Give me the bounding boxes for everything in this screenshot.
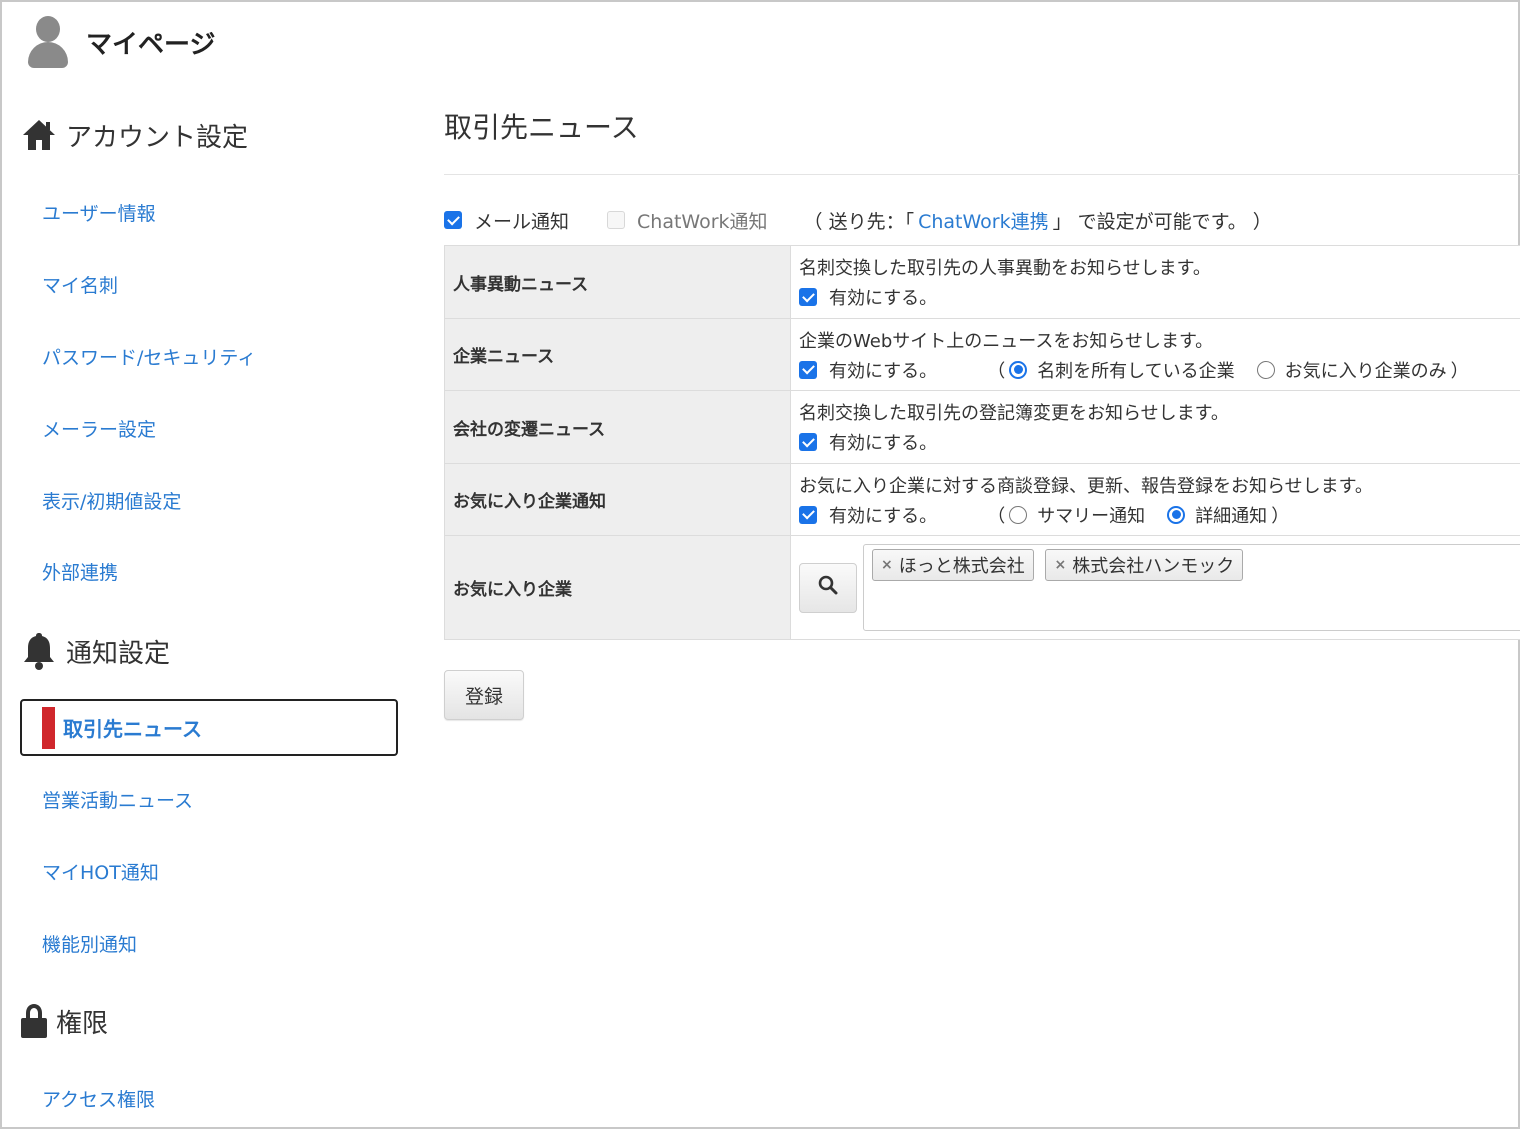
row-value: 名刺交換した取引先の登記簿変更をお知らせします。 有効にする。	[790, 390, 1520, 464]
radio-own-card-companies[interactable]	[1009, 360, 1028, 379]
sidebar-item-access-permissions[interactable]: アクセス権限	[42, 1085, 155, 1112]
enable-checkbox[interactable]	[799, 505, 817, 524]
sidebar-item-my-hot[interactable]: マイHOT通知	[42, 858, 159, 885]
enable-checkbox[interactable]	[799, 288, 817, 306]
radio-label: 名刺を所有している企業	[1037, 360, 1235, 382]
page-title: マイページ	[86, 29, 216, 60]
enable-line: 有効にする。 （ 名刺を所有している企業 お気に入り企業のみ ）	[799, 355, 1520, 385]
section-permissions: 権限	[20, 1002, 108, 1040]
row-description: 企業のWebサイト上のニュースをお知らせします。	[799, 330, 1214, 352]
paren-open: （	[987, 360, 1006, 382]
sidebar-item-user-info[interactable]: ユーザー情報	[42, 199, 156, 226]
sidebar-item-client-news[interactable]: 取引先ニュース	[20, 699, 398, 756]
sidebar-item-external-integration[interactable]: 外部連携	[42, 558, 118, 585]
page-frame: マイページ アカウント設定 ユーザー情報 マイ名刺 パスワード/セキュリティ メ…	[0, 0, 1520, 1129]
tag-label: 株式会社ハンモック	[1072, 556, 1235, 577]
enable-line: 有効にする。	[799, 427, 1520, 457]
chatwork-notify-checkbox[interactable]	[607, 211, 626, 229]
section-title: アカウント設定	[66, 122, 249, 153]
enable-checkbox[interactable]	[799, 360, 817, 379]
section-title: 権限	[56, 1008, 109, 1039]
notify-channels: メール通知 ChatWork通知 （ 送り先：「 ChatWork連携 」 で設…	[444, 204, 1272, 236]
sidebar-item-password-security[interactable]: パスワード/セキュリティ	[42, 343, 256, 370]
sidebar-item-my-card[interactable]: マイ名刺	[42, 271, 118, 298]
note-prefix: （ 送り先：「	[803, 210, 915, 233]
paren-close: ）	[1271, 505, 1290, 527]
row-label: お気に入り企業通知	[444, 463, 791, 536]
row-description: 名刺交換した取引先の人事異動をお知らせします。	[799, 258, 1211, 279]
note-suffix: 」 で設定が可能です。 ）	[1052, 210, 1272, 233]
sidebar-item-label: 取引先ニュース	[63, 717, 202, 741]
radio-label: サマリー通知	[1037, 505, 1146, 527]
row-label: 会社の変遷ニュース	[444, 390, 791, 464]
section-title: 通知設定	[66, 638, 171, 669]
paren-close: ）	[1450, 360, 1469, 382]
table-row: 会社の変遷ニュース 名刺交換した取引先の登記簿変更をお知らせします。 有効にする…	[444, 390, 1520, 464]
row-label: 人事異動ニュース	[444, 245, 791, 319]
radio-label: お気に入り企業のみ	[1284, 360, 1447, 382]
row-value: × ほっと株式会社 × 株式会社ハンモック	[790, 535, 1520, 640]
search-icon	[818, 575, 838, 600]
row-label: 企業ニュース	[444, 318, 791, 391]
table-row: 人事異動ニュース 名刺交換した取引先の人事異動をお知らせします。 有効にする。	[444, 245, 1520, 319]
chatwork-integration-link[interactable]: ChatWork連携	[918, 207, 1049, 234]
row-value: 企業のWebサイト上のニュースをお知らせします。 有効にする。 （ 名刺を所有し…	[790, 318, 1520, 391]
sidebar-item-sales-news[interactable]: 営業活動ニュース	[42, 786, 193, 813]
row-label: お気に入り企業	[444, 535, 791, 640]
favorite-companies-input[interactable]: × ほっと株式会社 × 株式会社ハンモック	[863, 544, 1520, 631]
search-button[interactable]	[799, 562, 857, 613]
enable-line: 有効にする。	[799, 282, 1520, 312]
section-notify-settings: 通知設定	[20, 632, 170, 670]
active-indicator	[42, 706, 55, 749]
remove-tag-icon[interactable]: ×	[881, 557, 893, 573]
mail-notify-checkbox[interactable]	[444, 211, 462, 229]
enable-label: 有効にする。	[829, 360, 938, 382]
row-description: 名刺交換した取引先の登記簿変更をお知らせします。	[799, 403, 1229, 424]
company-tag: × ほっと株式会社	[872, 549, 1034, 581]
table-row: 企業ニュース 企業のWebサイト上のニュースをお知らせします。 有効にする。 （…	[444, 318, 1520, 391]
table-row: お気に入り企業通知 お気に入り企業に対する商談登録、更新、報告登録をお知らせしま…	[444, 463, 1520, 536]
avatar-icon	[24, 14, 72, 70]
enable-label: 有効にする。	[829, 505, 938, 527]
page-header: マイページ	[24, 14, 215, 70]
radio-favorite-only[interactable]	[1256, 360, 1275, 379]
register-button[interactable]: 登録	[444, 670, 524, 720]
row-description: お気に入り企業に対する商談登録、更新、報告登録をお知らせします。	[799, 475, 1373, 497]
enable-label: 有効にする。	[829, 288, 938, 309]
enable-label: 有効にする。	[829, 433, 938, 454]
remove-tag-icon[interactable]: ×	[1054, 557, 1066, 573]
row-value: お気に入り企業に対する商談登録、更新、報告登録をお知らせします。 有効にする。 …	[790, 463, 1520, 536]
main-title: 取引先ニュース	[444, 111, 639, 144]
radio-summary-notify[interactable]	[1009, 505, 1028, 524]
home-icon	[20, 116, 58, 154]
sidebar-item-display-defaults[interactable]: 表示/初期値設定	[42, 487, 181, 514]
row-value: 名刺交換した取引先の人事異動をお知らせします。 有効にする。	[790, 245, 1520, 319]
mail-notify-label: メール通知	[474, 210, 570, 233]
radio-detail-notify[interactable]	[1167, 505, 1186, 524]
table-row: お気に入り企業 × ほっと株式会社 × 株式会社ハンモック	[444, 535, 1520, 640]
sidebar-item-mailer-settings[interactable]: メーラー設定	[42, 415, 156, 442]
enable-checkbox[interactable]	[799, 433, 817, 451]
section-account-settings: アカウント設定	[20, 116, 248, 154]
radio-label: 詳細通知	[1195, 505, 1268, 527]
tag-label: ほっと株式会社	[898, 556, 1025, 577]
chatwork-notify-label: ChatWork通知	[637, 210, 768, 233]
divider	[444, 174, 1520, 175]
settings-table: 人事異動ニュース 名刺交換した取引先の人事異動をお知らせします。 有効にする。 …	[444, 245, 1520, 640]
sidebar-item-feature-notify[interactable]: 機能別通知	[42, 930, 137, 957]
bell-icon	[20, 632, 58, 670]
paren-open: （	[987, 505, 1006, 527]
enable-line: 有効にする。 （ サマリー通知 詳細通知 ）	[799, 500, 1520, 530]
company-tag: × 株式会社ハンモック	[1045, 549, 1244, 581]
lock-icon	[20, 1002, 48, 1040]
